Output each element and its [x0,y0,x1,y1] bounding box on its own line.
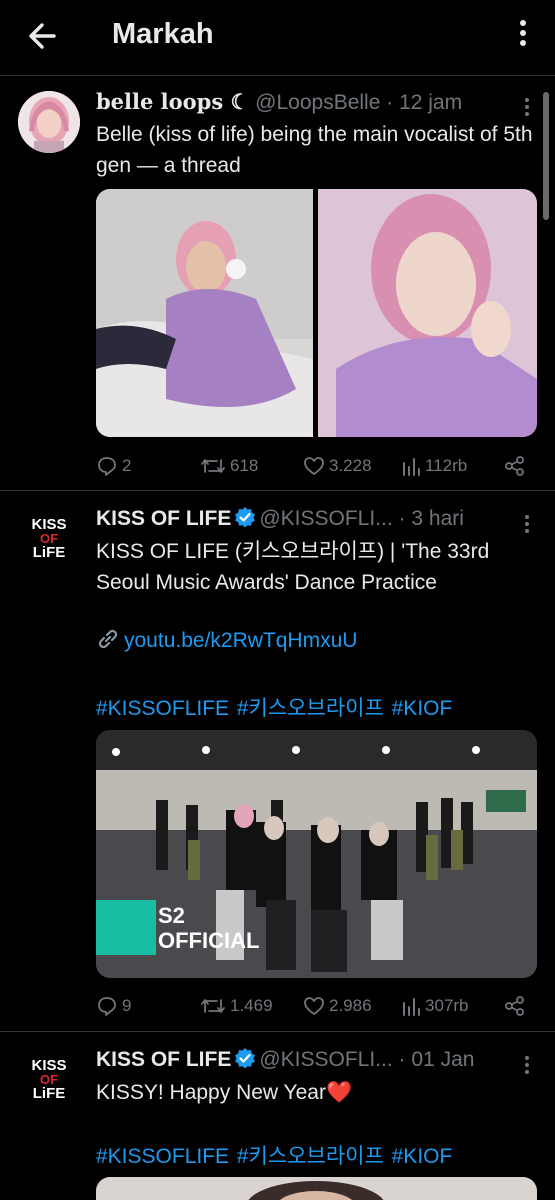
separator-dot: · [398,507,406,530]
like-icon [304,997,324,1015]
tweet-text: KISS OF LIFE (키스오브라이프) | 'The 33rd Seoul… [96,540,490,594]
reply-icon [98,457,116,476]
s2-badge-line2: OFFICIAL [158,928,259,953]
verified-badge-icon [235,507,256,528]
more-vertical-icon [520,20,526,26]
tweet[interactable]: belle loops ☾ @LoopsBelle · 12 jam Belle… [0,77,555,491]
share-icon [505,996,524,1016]
views-count: 112rb [425,456,468,475]
tweet-more-button[interactable] [523,1053,531,1077]
share-button[interactable] [504,995,526,1017]
handle[interactable]: @KISSOFLI... [259,1048,392,1071]
views-icon [403,458,420,476]
s2-badge-line1: S2 [158,903,185,928]
back-button[interactable] [24,18,64,54]
tweet-actions: 9 1.469 2.986 307rb [96,995,533,1021]
like-count: 3.228 [329,456,372,475]
display-name[interactable]: belle loops ☾ [96,89,249,114]
timestamp[interactable]: 01 Jan [411,1048,474,1071]
repost-button[interactable]: 618 [200,455,258,477]
top-app-bar: Markah [0,0,555,76]
media-preview-image [96,1177,537,1200]
reply-icon [98,997,116,1016]
back-arrow-icon [29,23,56,49]
more-vertical-icon-dot [525,529,529,533]
more-vertical-icon [525,1056,529,1060]
avatar[interactable] [18,91,80,153]
more-vertical-icon [525,98,529,102]
more-options-button[interactable] [511,16,535,52]
media-grid[interactable] [96,189,537,437]
share-icon [505,456,524,476]
display-name[interactable]: KISS OF LIFE [96,1048,231,1071]
repost-icon [201,459,225,473]
tweet-more-button[interactable] [523,512,531,536]
like-count: 2.986 [329,996,372,1015]
logo-line-life: LiFE [33,544,66,560]
more-vertical-icon-dot [525,112,529,116]
reply-count: 2 [122,456,132,475]
page-title: Markah [112,18,214,50]
tweet-hashtags[interactable]: #KISSOFLIFE #키스오브라이프 #KIOF [96,692,452,722]
tweet-header: KISS OF LIFE @KISSOFLI... · 01 Jan [96,1047,515,1075]
avatar-image [18,91,80,153]
more-vertical-icon-dot [525,1070,529,1074]
reply-button[interactable]: 9 [96,995,131,1017]
separator-dot: · [398,1048,406,1071]
more-vertical-icon-dot [525,1063,529,1067]
views-count: 307rb [425,996,469,1015]
video-thumbnail[interactable]: S2 OFFICIAL [96,730,537,978]
reply-count: 9 [122,996,132,1015]
more-vertical-icon-dot [525,522,529,526]
more-vertical-icon [525,515,529,519]
tweet-link-text[interactable]: youtu.be/k2RwTqHmxuU [124,629,357,652]
display-name[interactable]: KISS OF LIFE [96,507,231,530]
share-button[interactable] [504,455,526,477]
views-icon [403,998,420,1016]
tweet-actions: 2 618 3.228 112rb [96,455,533,481]
tweet-header: belle loops ☾ @LoopsBelle · 12 jam [96,89,515,117]
more-vertical-icon-dot [520,30,526,36]
link-icon [98,629,118,649]
like-icon [304,457,324,475]
verified-badge-icon [235,1048,256,1069]
like-button[interactable]: 2.986 [303,995,372,1017]
tweet[interactable]: KISS OF LiFE KISS OF LIFE @KISSOFLI... · … [0,1033,555,1200]
more-vertical-icon-dot [520,40,526,46]
views-button[interactable]: 307rb [401,995,468,1017]
photo-collage [96,189,537,437]
more-vertical-icon-dot [525,105,529,109]
media-preview[interactable] [96,1177,537,1200]
separator-dot: · [386,91,394,114]
avatar[interactable]: KISS OF LiFE [18,506,80,568]
repost-count: 618 [230,456,259,475]
logo-line-life: LiFE [33,1085,66,1101]
tweet-hashtags[interactable]: #KISSOFLIFE #키스오브라이프 #KIOF [96,1140,452,1170]
repost-count: 1.469 [230,996,273,1015]
repost-icon [201,999,225,1013]
dance-practice-image: S2 OFFICIAL [96,730,537,978]
tweet-link[interactable]: youtu.be/k2RwTqHmxuU [96,628,357,653]
handle[interactable]: @LoopsBelle [255,91,380,114]
tweet-text: Belle (kiss of life) being the main voca… [96,123,533,177]
like-button[interactable]: 3.228 [303,455,372,477]
tweet-text: KISSY! Happy New Year❤️ [96,1081,353,1104]
timestamp[interactable]: 12 jam [399,91,462,114]
kiss-of-life-logo: KISS OF LiFE [31,1057,66,1101]
repost-button[interactable]: 1.469 [200,995,273,1017]
kiss-of-life-logo: KISS OF LiFE [31,516,66,560]
timestamp[interactable]: 3 hari [411,507,464,530]
tweet-more-button[interactable] [523,95,531,119]
avatar[interactable]: KISS OF LiFE [18,1047,80,1109]
views-button[interactable]: 112rb [401,455,467,477]
tweet[interactable]: KISS OF LiFE KISS OF LIFE @KISSOFLI... · … [0,492,555,1032]
tweet-header: KISS OF LIFE @KISSOFLI... · 3 hari [96,506,515,534]
handle[interactable]: @KISSOFLI... [259,507,392,530]
reply-button[interactable]: 2 [96,455,131,477]
